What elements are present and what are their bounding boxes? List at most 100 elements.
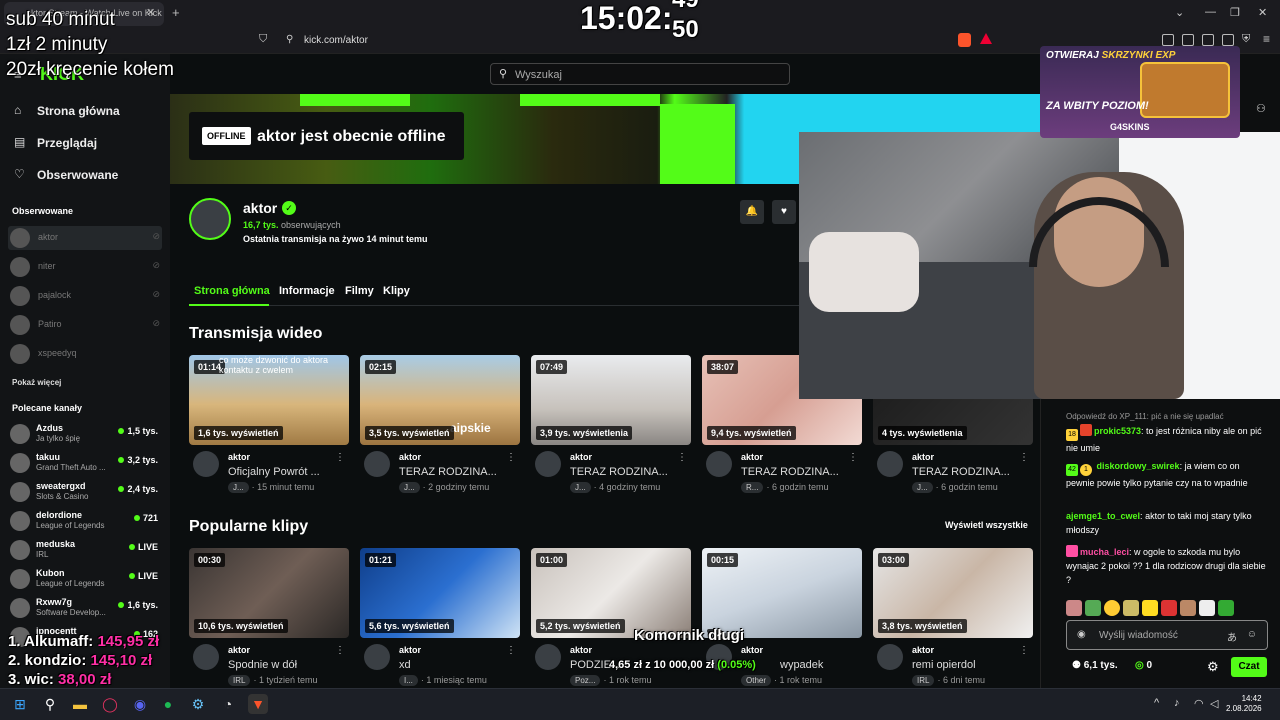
tab-list-icon[interactable]: ⌄ — [1175, 6, 1184, 19]
emote-icon[interactable] — [1218, 600, 1234, 616]
clip-channel[interactable]: aktor — [741, 645, 763, 655]
url-field[interactable]: kick.com/aktor — [304, 35, 368, 46]
more-options-icon[interactable]: ⋮ — [1019, 645, 1029, 656]
sidebar-toggle-icon[interactable] — [1182, 34, 1194, 46]
avatar[interactable] — [535, 451, 561, 477]
more-options-icon[interactable]: ⋮ — [506, 452, 516, 463]
channel-avatar[interactable] — [189, 198, 231, 240]
tab-clips[interactable]: Klipy — [383, 285, 410, 297]
recommended-item[interactable]: delordione League of Legends 721 — [10, 508, 160, 534]
recommended-item[interactable]: Azdus Ja tylko śpię 1,5 tys. — [10, 421, 160, 447]
video-thumbnail[interactable]: 07:49 3,9 tys. wyświetlenia — [531, 355, 691, 445]
file-explorer-icon[interactable]: ▬ — [70, 694, 90, 714]
avatar[interactable] — [706, 451, 732, 477]
recommended-item[interactable]: takuu Grand Theft Auto ... 3,2 tys. — [10, 450, 160, 476]
emote-icon[interactable] — [1066, 600, 1082, 616]
windows-start-icon[interactable]: ⊞ — [10, 694, 30, 714]
system-clock[interactable]: 14:42 2.08.2026 — [1226, 694, 1262, 714]
microphone-icon[interactable]: ♪ — [1174, 697, 1180, 709]
opera-icon[interactable]: ◯ — [100, 694, 120, 714]
video-channel[interactable]: aktor — [912, 452, 934, 462]
brave-rewards-icon[interactable] — [980, 33, 992, 44]
app-icon[interactable]: ◔ — [218, 694, 238, 714]
discord-icon[interactable]: ◉ — [130, 694, 150, 714]
see-all-button[interactable]: Wyświetl wszystkie — [945, 520, 1028, 530]
notification-bell-button[interactable]: 🔔 — [740, 200, 764, 224]
avatar[interactable] — [877, 644, 903, 670]
wallet-icon[interactable] — [1202, 34, 1214, 46]
volume-icon[interactable]: ◁ — [1210, 697, 1218, 710]
emote-icon[interactable] — [1104, 600, 1120, 616]
following-item[interactable]: niter ⊘ — [10, 256, 160, 278]
extensions-icon[interactable] — [1162, 34, 1174, 46]
user-add-icon[interactable]: ⚇ — [1256, 102, 1266, 115]
video-title[interactable]: TERAZ RODZINA... — [912, 466, 1024, 478]
emote-icon[interactable] — [1085, 600, 1101, 616]
site-info-icon[interactable]: ⚲ — [286, 34, 293, 45]
video-thumbnail[interactable]: 01:14 co może dzwonić do aktora kontaktu … — [189, 355, 349, 445]
more-options-icon[interactable]: ⋮ — [848, 452, 858, 463]
close-window-icon[interactable]: ✕ — [1258, 6, 1267, 19]
emoji-icon[interactable]: ☺ — [1247, 629, 1257, 640]
more-options-icon[interactable]: ⋮ — [506, 645, 516, 656]
clip-thumbnail[interactable]: 00:15 — [702, 548, 862, 638]
download-icon[interactable] — [1222, 34, 1234, 46]
video-channel[interactable]: aktor — [399, 452, 421, 462]
search-icon[interactable]: ⚲ — [40, 694, 60, 714]
vpn-icon[interactable]: ⛨ — [1242, 33, 1250, 46]
video-title[interactable]: TERAZ RODZINA... — [741, 466, 853, 478]
tray-expand-icon[interactable]: ^ — [1154, 697, 1159, 709]
more-options-icon[interactable]: ⋮ — [335, 645, 345, 656]
minimize-icon[interactable]: — — [1205, 6, 1216, 18]
avatar[interactable] — [364, 644, 390, 670]
search-bar[interactable]: ⚲ Wyszukaj — [490, 63, 790, 85]
clip-channel[interactable]: aktor — [399, 645, 421, 655]
emote-icon[interactable] — [1199, 600, 1215, 616]
chat-send-button[interactable]: Czat — [1231, 657, 1267, 677]
video-title[interactable]: TERAZ RODZINA... — [399, 466, 511, 478]
steam-icon[interactable]: ⚙ — [188, 694, 208, 714]
avatar[interactable] — [193, 644, 219, 670]
video-title[interactable]: TERAZ RODZINA... — [570, 466, 682, 478]
spotify-icon[interactable]: ● — [158, 694, 178, 714]
gear-icon[interactable]: ⚙ — [1207, 659, 1219, 675]
more-options-icon[interactable]: ⋮ — [335, 452, 345, 463]
tab-videos[interactable]: Filmy — [345, 285, 374, 297]
chat-input[interactable]: ◉ Wyślij wiadomość あ ☺ — [1066, 620, 1268, 650]
following-item[interactable]: Patiro ⊘ — [10, 314, 160, 336]
video-title[interactable]: Oficjalny Powrót ... — [228, 466, 340, 478]
following-item[interactable]: aktor ⊘ — [10, 227, 160, 249]
clip-channel[interactable]: aktor — [228, 645, 250, 655]
wifi-icon[interactable]: ◠ — [1194, 697, 1204, 710]
emote-icon[interactable] — [1161, 600, 1177, 616]
promo-banner[interactable]: OTWIERAJ SKRZYNKI EXP ZA WBITY POZIOM! G… — [1040, 46, 1240, 138]
avatar[interactable] — [877, 451, 903, 477]
clip-thumbnail[interactable]: 01:21 5,6 tys. wyświetleń — [360, 548, 520, 638]
points-count[interactable]: ◎ 0 — [1135, 660, 1152, 671]
recommended-item[interactable]: meduska IRL LIVE — [10, 537, 160, 563]
recommended-item[interactable]: sweatergxd Slots & Casino 2,4 tys. — [10, 479, 160, 505]
clip-title[interactable]: wypadek — [780, 659, 892, 671]
avatar[interactable] — [193, 451, 219, 477]
tab-about[interactable]: Informacje — [279, 285, 335, 297]
clip-thumbnail[interactable]: 00:30 10,6 tys. wyświetleń — [189, 548, 349, 638]
nav-browse[interactable]: Przeglądaj — [37, 136, 97, 150]
close-tab-icon[interactable]: ✕ — [146, 6, 155, 19]
tab-home[interactable]: Strona główna — [194, 285, 270, 297]
follow-heart-button[interactable]: ♥ — [772, 200, 796, 224]
bookmark-icon[interactable]: ⛉ — [259, 33, 267, 46]
clip-title[interactable]: Spodnie w dół — [228, 659, 340, 671]
following-item[interactable]: pajalock ⊘ — [10, 285, 160, 307]
new-tab-icon[interactable]: + — [172, 5, 180, 20]
clip-title[interactable]: remi opierdol — [912, 659, 1024, 671]
show-more-link[interactable]: Pokaż więcej — [12, 378, 61, 387]
more-options-icon[interactable]: ⋮ — [1019, 452, 1029, 463]
following-item[interactable]: xspeedyq — [10, 343, 160, 365]
clip-thumbnail[interactable]: 01:00 5,2 tys. wyświetleń — [531, 548, 691, 638]
translate-icon[interactable]: あ — [1227, 629, 1237, 644]
clip-channel[interactable]: aktor — [570, 645, 592, 655]
video-thumbnail[interactable]: 02:15 aipskie 3,5 tys. wyświetleń — [360, 355, 520, 445]
emote-icon[interactable] — [1123, 600, 1139, 616]
avatar[interactable] — [364, 451, 390, 477]
emote-icon[interactable] — [1180, 600, 1196, 616]
